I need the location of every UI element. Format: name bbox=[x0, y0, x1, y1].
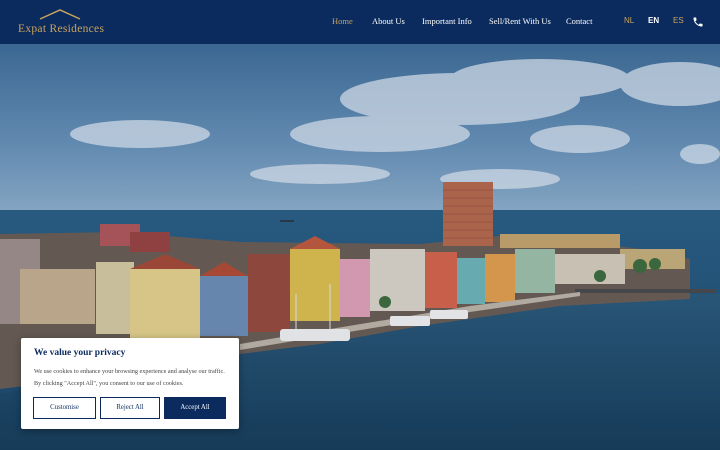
lang-es[interactable]: ES bbox=[673, 16, 684, 25]
main-nav: Home About Us Important Info Sell/Rent W… bbox=[0, 0, 720, 44]
reject-all-button[interactable]: Reject All bbox=[100, 397, 160, 419]
nav-home[interactable]: Home bbox=[332, 16, 353, 26]
nav-important-info[interactable]: Important Info bbox=[422, 16, 472, 26]
cookie-description: We use cookies to enhance your browsing … bbox=[34, 368, 225, 387]
cookie-title: We value your privacy bbox=[34, 348, 126, 358]
lang-nl[interactable]: NL bbox=[624, 16, 634, 25]
nav-contact[interactable]: Contact bbox=[566, 16, 592, 26]
lang-en[interactable]: EN bbox=[648, 16, 659, 25]
site-header: Expat Residences Home About Us Important… bbox=[0, 0, 720, 44]
nav-sell-rent[interactable]: Sell/Rent With Us bbox=[489, 16, 551, 26]
accept-all-button[interactable]: Accept All bbox=[164, 397, 226, 419]
cookie-banner: We value your privacy We use cookies to … bbox=[21, 338, 239, 429]
nav-about-us[interactable]: About Us bbox=[372, 16, 405, 26]
customise-button[interactable]: Customise bbox=[33, 397, 96, 419]
phone-icon[interactable] bbox=[692, 16, 704, 28]
